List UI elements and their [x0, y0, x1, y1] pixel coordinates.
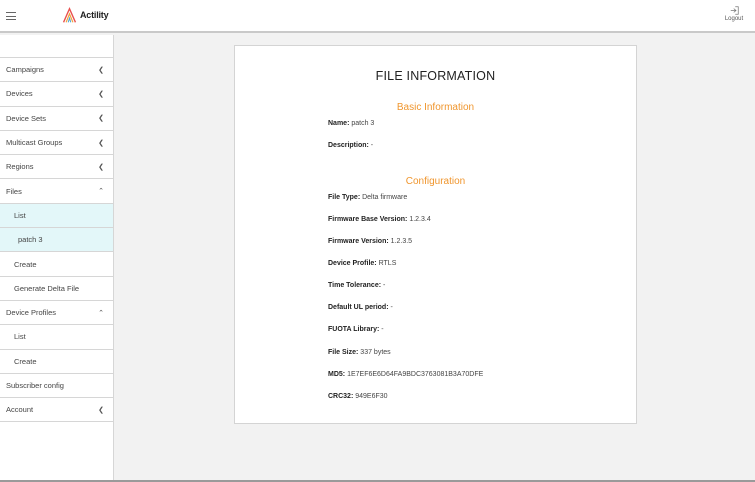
sidebar-item-device-profiles[interactable]: Device Profiles ⌃ — [0, 301, 113, 326]
field-label: CRC32: — [328, 393, 354, 400]
field-description: Description: - — [328, 142, 373, 149]
chevron-up-icon: ⌃ — [98, 188, 104, 196]
sidebar-item-regions[interactable]: Regions ❮ — [0, 155, 113, 180]
sidebar-item-files-create[interactable]: Create — [0, 252, 113, 277]
field-name: Name: patch 3 — [328, 120, 374, 127]
sidebar-item-label: Device Sets — [6, 113, 47, 123]
sidebar-item-generate-delta-file[interactable]: Generate Delta File — [0, 277, 113, 301]
sidebar-item-account[interactable]: Account ❮ — [0, 398, 113, 423]
field-crc32: CRC32: 949E6F30 — [328, 393, 388, 400]
sidebar-item-label: Campaigns — [6, 65, 44, 75]
chevron-left-icon: ❮ — [98, 90, 104, 98]
field-label: File Type: — [328, 194, 361, 201]
field-label: Description: — [328, 142, 369, 149]
field-value: 1E7EF6E6D64FA9BDC3763081B3A70DFE — [347, 371, 484, 378]
field-value: 1.2.3.5 — [390, 238, 413, 245]
chevron-left-icon: ❮ — [98, 66, 104, 74]
sidebar-item-device-profiles-create[interactable]: Create — [0, 350, 113, 374]
configuration-heading: Configuration — [405, 176, 466, 187]
field-label: Name: — [328, 120, 350, 127]
app-logo[interactable]: Actility — [61, 6, 109, 24]
sidebar-item-label: Regions — [6, 162, 34, 172]
field-label: File Size: — [328, 349, 359, 356]
sidebar-item-devices[interactable]: Devices ❮ — [0, 82, 113, 107]
field-value: 1.2.3.4 — [409, 216, 431, 223]
chevron-up-icon: ⌃ — [98, 309, 104, 317]
sidebar-item-device-sets[interactable]: Device Sets ❮ — [0, 107, 113, 131]
field-device-profile: Device Profile: RTLS — [328, 260, 396, 267]
logout-button[interactable]: Logout — [723, 6, 745, 22]
sidebar-spacer — [0, 35, 113, 58]
field-value: 949E6F30 — [355, 393, 388, 400]
field-value: 337 bytes — [360, 349, 391, 356]
sidebar-item-label: Files — [6, 186, 22, 196]
actility-logo-icon — [62, 6, 77, 23]
field-md5: MD5: 1E7EF6E6D64FA9BDC3763081B3A70DFE — [328, 371, 483, 378]
field-file-size: File Size: 337 bytes — [328, 349, 391, 356]
field-fuota-library: FUOTA Library: - — [328, 326, 384, 333]
chevron-left-icon: ❮ — [98, 406, 104, 414]
main-content: FILE INFORMATION Basic Information Name:… — [115, 35, 755, 480]
chevron-left-icon: ❮ — [98, 115, 104, 123]
field-firmware-base-version: Firmware Base Version: 1.2.3.4 — [328, 216, 431, 223]
sidebar-item-label: List — [14, 332, 26, 342]
field-label: Default UL period: — [328, 304, 389, 311]
brand-name: Actility — [80, 10, 109, 20]
sidebar-item-label: List — [14, 210, 26, 220]
sidebar: Campaigns ❮ Devices ❮ Device Sets ❮ Mult… — [0, 35, 114, 482]
field-value: patch 3 — [351, 120, 375, 127]
field-value: - — [381, 326, 384, 333]
field-value: RTLS — [378, 260, 397, 267]
field-label: Device Profile: — [328, 260, 377, 267]
field-value: - — [370, 142, 374, 149]
sidebar-item-files[interactable]: Files ⌃ — [0, 179, 113, 204]
field-value: - — [390, 304, 393, 311]
sidebar-item-label: patch 3 — [18, 235, 43, 245]
sidebar-item-subscriber-config[interactable]: Subscriber config — [0, 374, 113, 399]
sidebar-item-files-list[interactable]: List — [0, 203, 113, 229]
sidebar-item-label: Subscriber config — [6, 381, 64, 390]
logout-icon — [730, 6, 739, 15]
field-label: FUOTA Library: — [328, 326, 380, 333]
sidebar-item-label: Create — [14, 356, 37, 366]
chevron-left-icon: ❮ — [98, 163, 104, 171]
sidebar-item-label: Device Profiles — [6, 308, 57, 318]
sidebar-item-campaigns[interactable]: Campaigns ❮ — [0, 58, 113, 83]
sidebar-item-label: Create — [14, 259, 37, 269]
file-information-card: FILE INFORMATION Basic Information Name:… — [234, 45, 637, 424]
sidebar-item-label: Devices — [6, 89, 33, 99]
field-firmware-version: Firmware Version: 1.2.3.5 — [328, 238, 412, 245]
field-label: MD5: — [328, 371, 346, 378]
field-default-ul-period: Default UL period: - — [328, 304, 393, 311]
field-file-type: File Type: Delta firmware — [328, 194, 407, 201]
sidebar-item-label: Multicast Groups — [6, 138, 63, 148]
sidebar-item-label: Account — [6, 405, 34, 415]
field-label: Firmware Base Version: — [328, 216, 408, 223]
field-label: Time Tolerance: — [328, 282, 382, 289]
field-value: - — [383, 282, 386, 289]
logout-label: Logout — [724, 16, 744, 22]
sidebar-item-label: Generate Delta File — [14, 283, 80, 293]
sidebar-item-patch-3[interactable]: patch 3 — [0, 228, 113, 253]
sidebar-item-device-profiles-list[interactable]: List — [0, 325, 113, 350]
sidebar-item-multicast-groups[interactable]: Multicast Groups ❮ — [0, 131, 113, 156]
basic-information-heading: Basic Information — [396, 102, 475, 113]
field-label: Firmware Version: — [328, 238, 389, 245]
page-title: FILE INFORMATION — [375, 69, 496, 83]
chevron-left-icon: ❮ — [98, 139, 104, 147]
field-time-tolerance: Time Tolerance: - — [328, 282, 385, 289]
hamburger-menu-icon[interactable] — [6, 12, 16, 20]
field-value: Delta firmware — [362, 194, 408, 201]
top-bar: Actility Logout — [0, 0, 755, 33]
